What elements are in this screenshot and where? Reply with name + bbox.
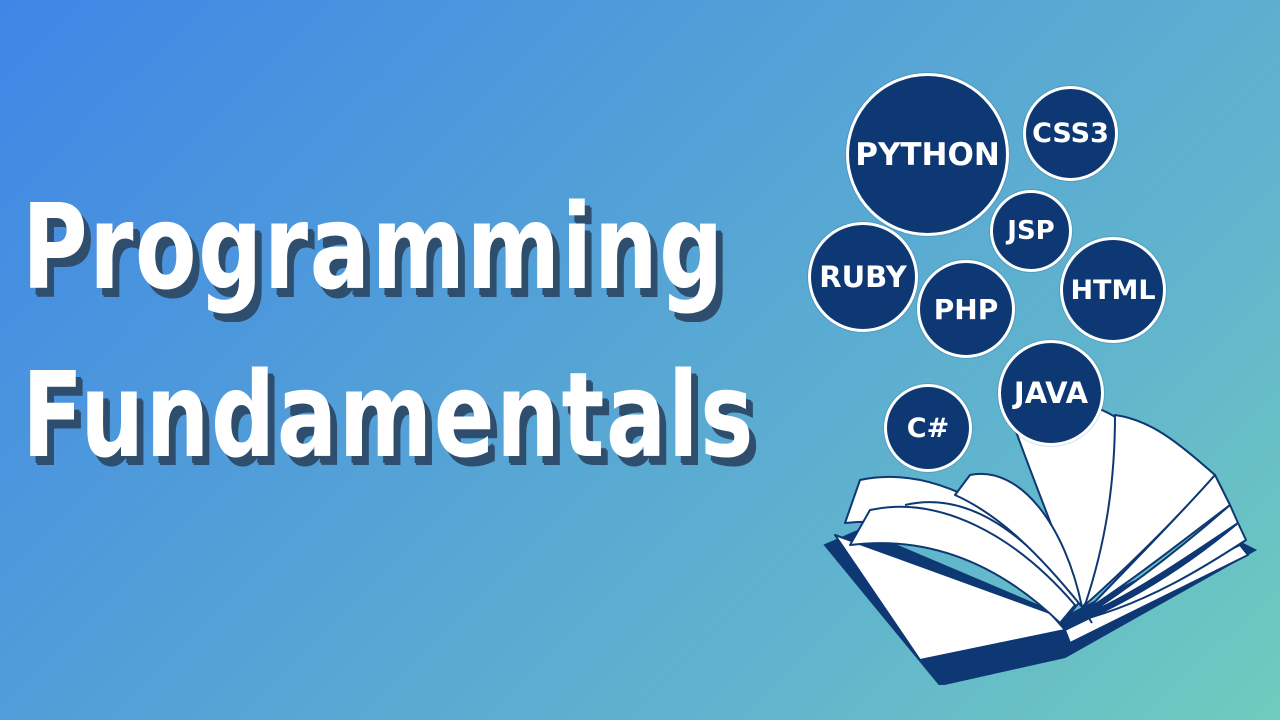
bubble-java-label: JAVA bbox=[1013, 376, 1089, 410]
bubble-java: JAVA bbox=[998, 340, 1104, 446]
bubble-jsp-label: JSP bbox=[1007, 216, 1055, 246]
bubble-php-label: PHP bbox=[933, 292, 999, 326]
bubble-php: PHP bbox=[917, 260, 1015, 358]
bubble-python: PYTHON bbox=[846, 73, 1009, 236]
thumbnail-canvas: Programming Fundamentals PYTHON CSS3 JSP… bbox=[0, 0, 1280, 720]
bubble-jsp: JSP bbox=[990, 190, 1072, 272]
bubble-ruby: RUBY bbox=[808, 222, 918, 332]
title-line-2: Fundamentals bbox=[22, 346, 756, 484]
bubble-css3-label: CSS3 bbox=[1032, 118, 1109, 149]
bubble-ruby-label: RUBY bbox=[819, 260, 907, 294]
bubble-html: HTML bbox=[1060, 237, 1166, 343]
bubble-csharp: C# bbox=[884, 384, 972, 472]
bubble-csharp-label: C# bbox=[906, 412, 950, 444]
bubble-css3: CSS3 bbox=[1023, 86, 1118, 181]
bubble-python-label: PYTHON bbox=[855, 136, 1000, 173]
title-line-1: Programming bbox=[22, 178, 725, 316]
bubble-html-label: HTML bbox=[1070, 274, 1156, 306]
